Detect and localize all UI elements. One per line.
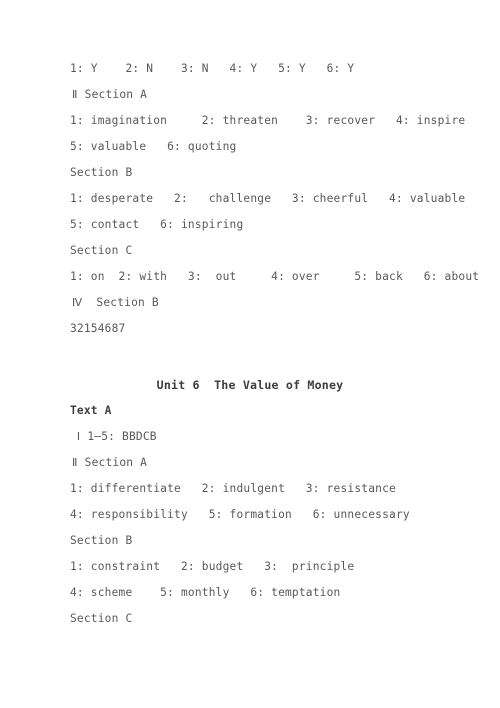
heading-section-b-1: Section B bbox=[70, 166, 133, 179]
answer-line-section-a-1: 1: imagination 2: threaten 3: recover 4:… bbox=[70, 114, 466, 127]
answer-line-judgement: 1: Y 2: N 3: N 4: Y 5: Y 6: Y bbox=[70, 62, 355, 75]
heading-section-a-2: Ⅱ Section A bbox=[72, 88, 148, 101]
answer-block-unit5-tail: 1: Y 2: N 3: N 4: Y 5: Y 6: Y Ⅱ Section … bbox=[70, 56, 480, 342]
answer-line-section-a-2: 5: valuable 6: quoting bbox=[70, 140, 237, 153]
answer-line-section-b-1: 1: desperate 2: challenge 3: cheerful 4:… bbox=[70, 192, 466, 205]
document-page: 1: Y 2: N 3: N 4: Y 5: Y 6: Y Ⅱ Section … bbox=[0, 0, 500, 708]
heading-section-a-unit6: Ⅱ Section A bbox=[72, 456, 148, 469]
answer-line-reading-choice: Ⅰ 1–5: BBDCB bbox=[70, 430, 157, 443]
answer-line-u6-a-1: 1: differentiate 2: indulgent 3: resista… bbox=[70, 482, 396, 495]
answer-line-u6-b-1: 1: constraint 2: budget 3: principle bbox=[70, 560, 355, 573]
answer-line-matching: 32154687 bbox=[70, 322, 126, 335]
answer-line-u6-a-2: 4: responsibility 5: formation 6: unnece… bbox=[70, 508, 410, 521]
heading-section-c-1: Section C bbox=[70, 244, 133, 257]
answer-block-unit6: Unit 6 The Value of Money Text A Ⅰ 1–5: … bbox=[70, 372, 444, 632]
heading-section-b-roman-4: Ⅳ Section B bbox=[72, 296, 159, 309]
heading-section-b-unit6: Section B bbox=[70, 534, 133, 547]
unit-separator-gap bbox=[70, 342, 444, 372]
heading-text-a: Text A bbox=[70, 404, 112, 417]
answer-line-section-b-2: 5: contact 6: inspiring bbox=[70, 218, 244, 231]
answer-line-u6-b-2: 4: scheme 5: monthly 6: temptation bbox=[70, 586, 341, 599]
heading-section-c-unit6: Section C bbox=[70, 612, 133, 625]
unit-6-title: Unit 6 The Value of Money bbox=[156, 378, 344, 392]
answer-line-section-c-1: 1: on 2: with 3: out 4: over 5: back 6: … bbox=[70, 270, 480, 283]
document-body: 1: Y 2: N 3: N 4: Y 5: Y 6: Y Ⅱ Section … bbox=[70, 56, 480, 632]
